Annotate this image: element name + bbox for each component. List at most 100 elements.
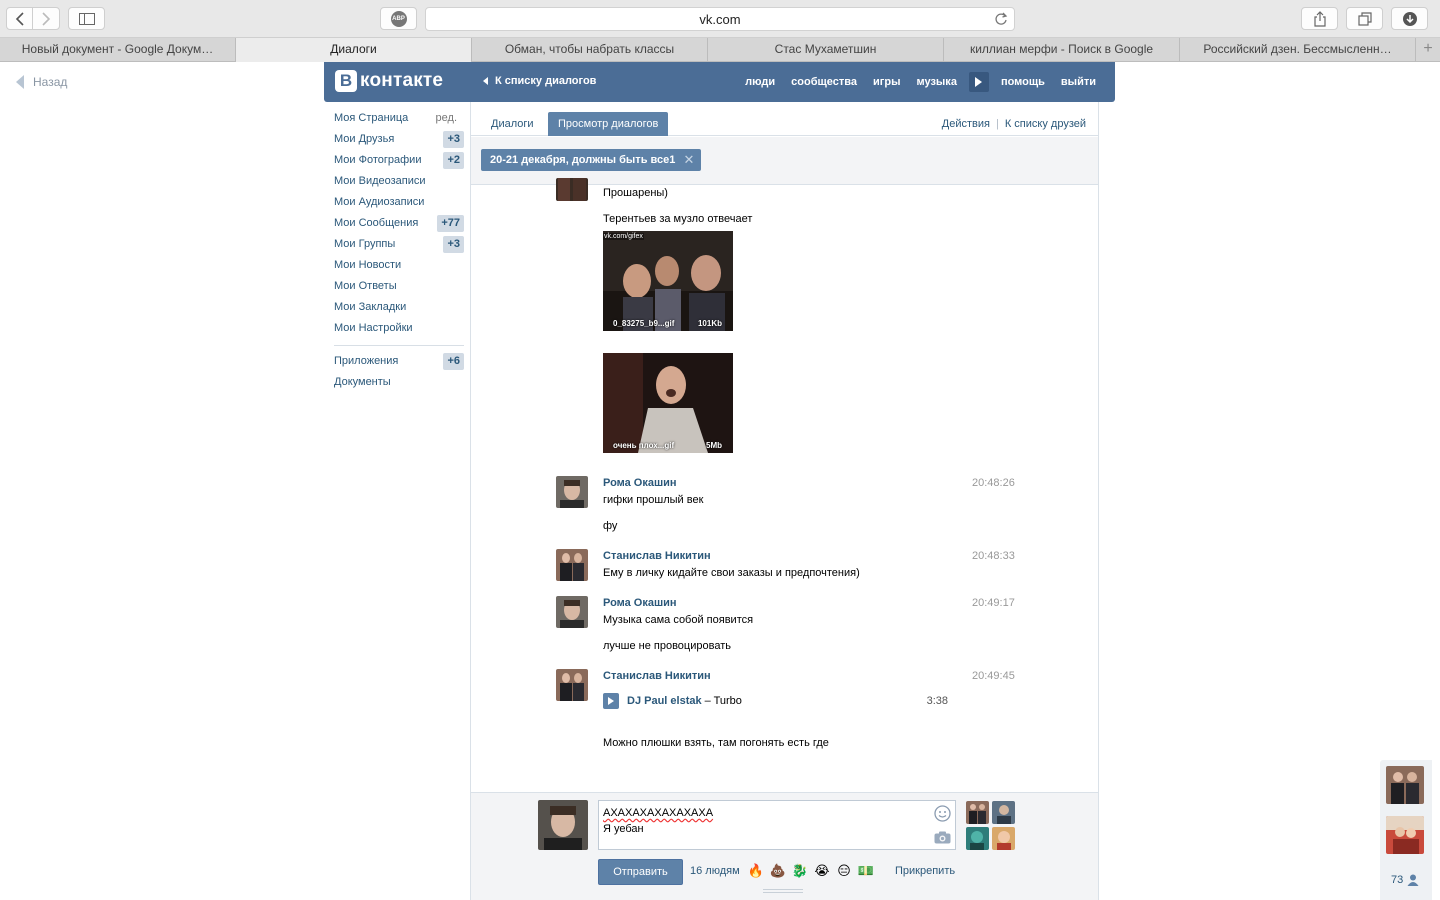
member-avatar[interactable] bbox=[1386, 816, 1424, 854]
nav-help[interactable]: помощь bbox=[1001, 76, 1045, 88]
message-author[interactable]: Рома Окашин bbox=[603, 477, 677, 489]
avatar-photo bbox=[966, 801, 989, 824]
sidebar-item-my-page[interactable]: Моя Страница ред. bbox=[324, 108, 464, 129]
smile-icon[interactable] bbox=[934, 805, 951, 822]
reload-icon[interactable] bbox=[994, 12, 1008, 26]
attach-link[interactable]: Прикрепить bbox=[895, 865, 955, 877]
recipient-avatar[interactable] bbox=[992, 801, 1015, 824]
close-icon[interactable]: ✕ bbox=[683, 149, 694, 171]
browser-tab[interactable]: Российский дзен. Бессмысленн… bbox=[1180, 38, 1416, 62]
resize-handle[interactable] bbox=[763, 889, 803, 893]
nav-people[interactable]: люди bbox=[745, 76, 775, 88]
avatar[interactable] bbox=[556, 669, 588, 701]
browser-tab[interactable]: Стас Мухаметшин bbox=[708, 38, 944, 62]
fire-emoji-icon[interactable]: 🔥 bbox=[745, 862, 767, 880]
share-button[interactable] bbox=[1301, 7, 1338, 30]
sidebar-item-documents[interactable]: Документы bbox=[324, 372, 464, 393]
back-to-dialogs-link[interactable]: К списку диалогов bbox=[483, 75, 596, 87]
send-button[interactable]: Отправить bbox=[598, 859, 683, 885]
show-tabs-button[interactable] bbox=[1346, 7, 1383, 30]
browser-forward-button[interactable] bbox=[32, 7, 60, 30]
audio-play-button[interactable] bbox=[603, 693, 619, 709]
sidebar-item-news[interactable]: Мои Новости bbox=[324, 255, 464, 276]
camera-icon[interactable] bbox=[934, 831, 951, 844]
sidebar-item-audio[interactable]: Мои Аудиозаписи bbox=[324, 192, 464, 213]
sidebar-item-photos[interactable]: Мои Фотографии +2 bbox=[324, 150, 464, 171]
avatar[interactable] bbox=[556, 476, 588, 508]
avatar[interactable] bbox=[556, 549, 588, 581]
browser-tab-active[interactable]: Диалоги bbox=[236, 38, 472, 62]
message-author[interactable]: Рома Окашин bbox=[603, 597, 677, 609]
tab-dialogs[interactable]: Диалоги bbox=[481, 112, 544, 136]
music-play-button[interactable] bbox=[968, 72, 989, 92]
expressionless-emoji-icon[interactable]: 😑 bbox=[833, 862, 855, 880]
my-avatar[interactable] bbox=[538, 800, 588, 850]
message-text: фу bbox=[603, 520, 618, 532]
friends-list-link[interactable]: К списку друзей bbox=[1005, 118, 1086, 130]
address-bar[interactable]: vk.com bbox=[425, 7, 1015, 31]
crying-emoji-icon[interactable]: 😭 bbox=[811, 862, 833, 880]
sidebar-item-messages[interactable]: Мои Сообщения +77 bbox=[324, 213, 464, 234]
adblock-icon: ABP bbox=[390, 10, 407, 27]
message-input[interactable]: АХАХАХАХАХАХАХА Я уебан bbox=[598, 800, 956, 850]
audio-duration: 3:38 bbox=[926, 695, 948, 707]
browser-tab[interactable]: Новый документ - Google Докум… bbox=[0, 38, 236, 62]
new-tab-button[interactable]: + bbox=[1416, 38, 1440, 62]
poop-emoji-icon[interactable]: 💩 bbox=[767, 862, 789, 880]
tab-view-dialogs[interactable]: Просмотр диалогов bbox=[548, 112, 669, 136]
chat-title-chip[interactable]: 20-21 декабря, должны быть все1 ✕ bbox=[481, 149, 702, 171]
sidebar-item-label: Мои Друзья bbox=[334, 133, 395, 145]
avatar-photo bbox=[966, 827, 989, 850]
sidebar-item-groups[interactable]: Мои Группы +3 bbox=[324, 234, 464, 255]
sidebar-item-settings[interactable]: Мои Настройки bbox=[324, 318, 464, 339]
nav-games[interactable]: игры bbox=[873, 76, 900, 88]
browser-tab-bar: Новый документ - Google Докум… Диалоги О… bbox=[0, 38, 1440, 62]
message-text: Ему в личку кидайте свои заказы и предпо… bbox=[603, 567, 860, 579]
adblock-button[interactable]: ABP bbox=[380, 7, 417, 30]
member-avatar[interactable] bbox=[1386, 766, 1424, 804]
message-text: гифки прошлый век bbox=[603, 494, 704, 506]
back-to-dialogs-label: К списку диалогов bbox=[495, 75, 597, 87]
avatar-photo bbox=[556, 178, 588, 201]
message-author[interactable]: Станислав Никитин bbox=[603, 550, 711, 562]
back-link[interactable]: Назад bbox=[16, 75, 67, 89]
avatar-photo bbox=[992, 827, 1015, 850]
sidebar-item-videos[interactable]: Мои Видеозаписи bbox=[324, 171, 464, 192]
recipient-avatar[interactable] bbox=[966, 827, 989, 850]
member-count[interactable]: 73 bbox=[1391, 874, 1419, 886]
browser-tab[interactable]: киллиан мерфи - Поиск в Google bbox=[944, 38, 1180, 62]
message-author[interactable]: Станислав Никитин bbox=[603, 670, 711, 682]
recipient-avatar[interactable] bbox=[966, 801, 989, 824]
edit-link[interactable]: ред. bbox=[436, 108, 457, 129]
sidebar-item-label: Приложения bbox=[334, 355, 399, 367]
recipients-link[interactable]: 16 людям bbox=[690, 865, 740, 877]
sidebar-item-bookmarks[interactable]: Мои Закладки bbox=[324, 297, 464, 318]
downloads-button[interactable] bbox=[1391, 7, 1428, 30]
sidebar-toggle-button[interactable] bbox=[68, 7, 105, 30]
audio-artist[interactable]: DJ Paul elstak bbox=[627, 695, 702, 707]
browser-back-button[interactable] bbox=[6, 7, 33, 30]
dialog-actions: Действия | К списку друзей bbox=[942, 118, 1086, 130]
gif-attachment[interactable]: очень плох...gif 5Mb bbox=[603, 353, 733, 453]
sidebar-item-label: Документы bbox=[334, 376, 391, 388]
nav-communities[interactable]: сообщества bbox=[791, 76, 857, 88]
message-text: Терентьев за музло отвечает bbox=[603, 213, 753, 225]
nav-logout[interactable]: выйти bbox=[1061, 76, 1096, 88]
avatar[interactable] bbox=[556, 178, 588, 201]
avatar[interactable] bbox=[556, 596, 588, 628]
gif-attachment[interactable]: vk.com/gifex 0_83275_b9...gif 101Kb bbox=[603, 231, 733, 331]
sidebar-item-friends[interactable]: Мои Друзья +3 bbox=[324, 129, 464, 150]
message-time: 20:49:17 bbox=[972, 597, 1015, 609]
left-menu: Моя Страница ред. Мои Друзья +3 Мои Фотогр… bbox=[324, 108, 464, 393]
count-badge: +77 bbox=[437, 215, 464, 232]
money-emoji-icon[interactable]: 💵 bbox=[855, 862, 877, 880]
dragon-emoji-icon[interactable]: 🐉 bbox=[789, 862, 811, 880]
sidebar-item-apps[interactable]: Приложения +6 bbox=[324, 351, 464, 372]
message-input-line: Я уебан bbox=[603, 823, 644, 835]
browser-tab[interactable]: Обман, чтобы набрать классы bbox=[472, 38, 708, 62]
nav-music[interactable]: музыка bbox=[916, 76, 956, 88]
sidebar-item-answers[interactable]: Мои Ответы bbox=[324, 276, 464, 297]
vk-logo[interactable]: В контакте bbox=[335, 70, 443, 92]
actions-link[interactable]: Действия bbox=[942, 118, 990, 130]
recipient-avatar[interactable] bbox=[992, 827, 1015, 850]
